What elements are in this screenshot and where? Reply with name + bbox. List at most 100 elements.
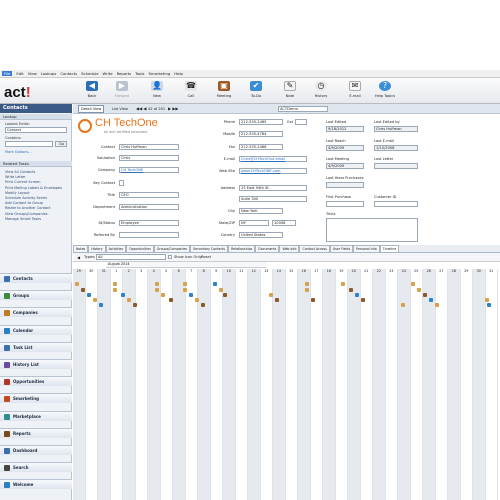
referred-by-field[interactable] [119, 232, 179, 238]
state-field[interactable]: NY [239, 220, 269, 226]
timeline-event[interactable] [349, 288, 354, 292]
timeline-event[interactable] [305, 288, 310, 292]
tab-documents[interactable]: Documents [255, 245, 280, 252]
timeline-event[interactable] [423, 293, 428, 297]
timeline-event[interactable] [275, 298, 280, 302]
related-task-item[interactable]: Schedule Activity Series [5, 196, 47, 200]
related-task-item[interactable]: Relate to Another Contact [5, 206, 50, 210]
timeline-event[interactable] [401, 303, 406, 307]
help-topics-button[interactable]: ? Help Topics [371, 81, 399, 98]
nav-welcome[interactable]: Welcome [0, 479, 72, 490]
timeline-event[interactable] [361, 298, 366, 302]
menu-smarketing[interactable]: Smarketing [149, 71, 171, 76]
tab-web-info[interactable]: Web Info [279, 245, 300, 252]
tab-groups-companies[interactable]: Groups/Companies [153, 245, 191, 252]
zip-field[interactable]: 10008 [272, 220, 296, 226]
website-field[interactable]: www.CHTechONE.com [239, 168, 307, 174]
call-button[interactable]: ☎ Call [177, 81, 205, 98]
related-task-item[interactable]: Manage Smart Tasks [5, 217, 41, 221]
ext-field[interactable] [295, 119, 307, 125]
menu-write[interactable]: Write [103, 71, 113, 76]
nav-groups[interactable]: Groups [0, 290, 72, 301]
menu-lookups[interactable]: Lookups [41, 71, 57, 76]
menu-reports[interactable]: Reports [117, 71, 132, 76]
timeline-event[interactable] [355, 293, 360, 297]
go-button[interactable]: Go [55, 141, 67, 147]
nav-calendar[interactable]: Calendar [0, 324, 72, 335]
timeline-event[interactable] [201, 303, 206, 307]
timeline-event[interactable] [311, 298, 316, 302]
layout-select[interactable]: ACTDemo [278, 106, 328, 112]
nav-history-list[interactable]: History List [0, 359, 72, 369]
tab-history[interactable]: History [88, 245, 106, 252]
timeline-event[interactable] [121, 293, 126, 297]
timeline-event[interactable] [435, 303, 440, 307]
new-button[interactable]: 👤 New [143, 81, 171, 98]
timeline-event[interactable] [195, 298, 200, 302]
mobile-field[interactable]: 212-555-4784 [239, 131, 283, 137]
related-task-item[interactable]: Modify Layout [5, 191, 30, 195]
timeline-event[interactable] [213, 282, 218, 286]
related-task-item[interactable]: View All Contacts [5, 170, 35, 174]
lookup-field-select[interactable]: Contact [5, 127, 67, 133]
nav-task-list[interactable]: Task List [0, 341, 72, 352]
timeline-event[interactable] [155, 282, 160, 286]
menu-tools[interactable]: Tools [135, 71, 144, 76]
related-task-item[interactable]: Add Contact to Group [5, 201, 43, 205]
contact-field[interactable]: Chris Huffman [119, 144, 179, 150]
timeline-event[interactable] [133, 303, 138, 307]
tab-activities[interactable]: Activities [105, 245, 127, 252]
nav-opportunities[interactable]: Opportunities [0, 376, 72, 387]
nav-smarketing[interactable]: Smarketing [0, 393, 72, 404]
timeline-event[interactable] [305, 282, 310, 286]
timeline-event[interactable] [155, 288, 160, 292]
nav-marketplace[interactable]: Marketplace [0, 410, 72, 421]
timeline-event[interactable] [183, 282, 188, 286]
email-field[interactable]: Chris@CHTechOne.email [239, 156, 307, 162]
tab-relationships[interactable]: Relationships [228, 245, 256, 252]
contains-input[interactable] [5, 141, 53, 147]
menu-file[interactable]: File [2, 71, 13, 76]
tab-timeline[interactable]: Timeline [379, 245, 400, 252]
tab-contact-access[interactable]: Contact Access [299, 245, 330, 252]
id-status-field[interactable]: Employee [119, 220, 179, 226]
note-button[interactable]: ✎ Note [276, 81, 304, 98]
todo-button[interactable]: ✔ To-Do [242, 81, 270, 98]
reset-button[interactable]: Reset [201, 255, 211, 259]
menu-contacts[interactable]: Contacts [60, 71, 77, 76]
timeline-event[interactable] [169, 298, 174, 302]
timeline-event[interactable] [429, 298, 434, 302]
timeline-event[interactable] [219, 288, 224, 292]
timeline-event[interactable] [75, 282, 80, 286]
email-button[interactable]: ✉ E-mail [341, 81, 369, 98]
nav-reports[interactable]: Reports [0, 427, 72, 438]
timeline-event[interactable] [269, 293, 274, 297]
salutation-field[interactable]: Chris [119, 155, 179, 161]
timeline-event[interactable] [189, 293, 194, 297]
timeline-event[interactable] [93, 298, 98, 302]
nav-companies[interactable]: Companies [0, 307, 72, 318]
address-line-1[interactable]: 23 East 94th St. [239, 185, 307, 191]
title-field[interactable]: CEO [119, 192, 179, 198]
back-button[interactable]: ◀ Back [78, 81, 106, 98]
detail-view-button[interactable]: Detail View [78, 105, 105, 113]
timeline-event[interactable] [127, 298, 132, 302]
department-field[interactable]: Administration [119, 204, 179, 210]
lookup-section-header[interactable]: Lookup [0, 114, 72, 120]
menu-view[interactable]: View [28, 71, 37, 76]
trivia-field[interactable] [326, 218, 418, 242]
timeline-event[interactable] [417, 288, 422, 292]
related-task-item[interactable]: Print Mailing Labels & Envelopes [5, 186, 62, 190]
address-line-2[interactable]: Suite 300 [239, 196, 307, 202]
timeline-event[interactable] [81, 288, 86, 292]
company-field[interactable]: CH TechONE [119, 167, 179, 173]
fax-field[interactable]: 212-555-2466 [239, 144, 283, 150]
timeline-event[interactable] [341, 282, 346, 286]
timeline-event[interactable] [161, 293, 166, 297]
timeline-event[interactable] [99, 303, 104, 307]
record-nav-next[interactable]: ▶ ▶▶ [168, 105, 179, 113]
show-icon-only-checkbox[interactable] [168, 255, 172, 259]
record-nav-prev[interactable]: ◀◀ ◀ [136, 105, 147, 113]
tab-personal-info[interactable]: Personal Info [353, 245, 380, 252]
nav-contacts[interactable]: Contacts [0, 273, 72, 283]
